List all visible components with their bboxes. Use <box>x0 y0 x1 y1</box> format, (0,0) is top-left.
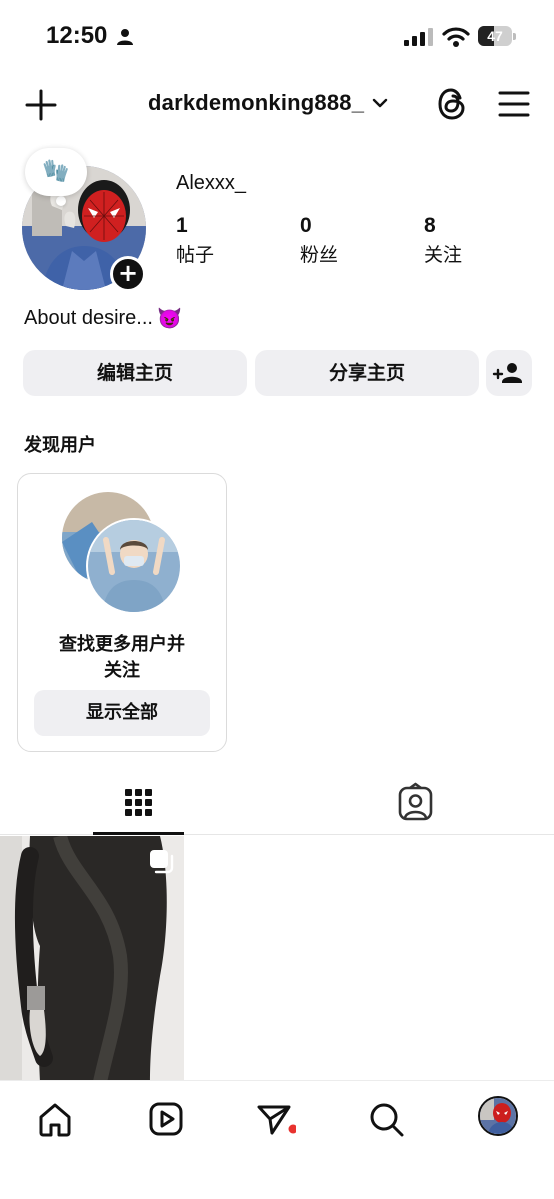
stat-label: 帖子 <box>176 244 215 266</box>
direct-messages-button[interactable] <box>252 1097 298 1141</box>
profile-tab-avatar[interactable] <box>478 1096 518 1136</box>
add-story-button[interactable]: + <box>110 256 146 292</box>
home-icon[interactable] <box>33 1097 77 1141</box>
suggestion-card[interactable]: 查找更多用户并 关注 显示全部 <box>17 473 227 752</box>
edit-profile-button[interactable]: 编辑主页 <box>23 350 247 396</box>
tab-tagged[interactable] <box>370 774 461 835</box>
profile-note-bubble[interactable]: 🧤 <box>25 148 87 196</box>
reels-icon[interactable] <box>144 1097 188 1141</box>
display-name: Alexxx_ <box>176 172 247 194</box>
tab-grid[interactable] <box>93 774 184 835</box>
discover-people-button[interactable] <box>486 350 532 396</box>
tagged-icon <box>398 782 433 821</box>
devil-emoji: 😈 <box>156 308 182 330</box>
stat-label: 粉丝 <box>300 244 339 266</box>
stat-value: 0 <box>300 214 312 237</box>
person-icon <box>117 29 133 45</box>
bio: About desire... 😈 <box>24 306 182 331</box>
suggested-users-avatars <box>62 492 182 614</box>
battery-icon: 47 <box>478 26 516 46</box>
post-thumbnail[interactable] <box>0 836 184 1082</box>
discover-people-title: 发现用户 <box>24 435 96 456</box>
notification-dot <box>288 1124 298 1134</box>
chevron-down-icon <box>372 98 388 108</box>
plus-icon[interactable] <box>24 88 58 122</box>
add-person-icon <box>492 363 522 383</box>
suggestion-text-line2: 关注 <box>104 660 140 681</box>
show-all-button[interactable]: 显示全部 <box>34 690 210 736</box>
search-icon[interactable] <box>364 1097 408 1141</box>
glove-emoji: 🧤 <box>42 159 70 184</box>
username: darkdemonking888_ <box>148 90 365 115</box>
suggestion-text: 查找更多用户并 关注 <box>18 632 226 684</box>
battery-percentage: 47 <box>487 28 503 44</box>
stat-posts[interactable]: 1 帖子 <box>176 214 214 267</box>
signal-icon <box>404 28 433 46</box>
stat-followers[interactable]: 0 粉丝 <box>300 214 338 267</box>
account-switcher[interactable]: darkdemonking888_ <box>148 90 388 116</box>
multiple-posts-icon <box>150 850 174 874</box>
stat-value: 8 <box>424 214 436 237</box>
bottom-navigation <box>0 1080 554 1199</box>
threads-icon[interactable] <box>436 86 468 122</box>
send-icon <box>257 1105 298 1135</box>
share-profile-button[interactable]: 分享主页 <box>255 350 479 396</box>
suggestion-text-line1: 查找更多用户并 <box>59 634 185 655</box>
stat-following[interactable]: 8 关注 <box>424 214 462 267</box>
stat-label: 关注 <box>424 244 463 266</box>
stat-value: 1 <box>176 214 188 237</box>
menu-icon[interactable] <box>498 90 530 118</box>
profile-header: darkdemonking888_ <box>0 78 554 130</box>
bio-text: About desire... <box>24 307 153 329</box>
note-bubble-tail <box>56 196 66 206</box>
grid-icon <box>125 789 152 816</box>
profile-tabs <box>0 774 554 835</box>
wifi-icon <box>442 27 470 47</box>
status-time: 12:50 <box>46 22 108 49</box>
status-bar: 12:50 47 <box>0 0 554 72</box>
